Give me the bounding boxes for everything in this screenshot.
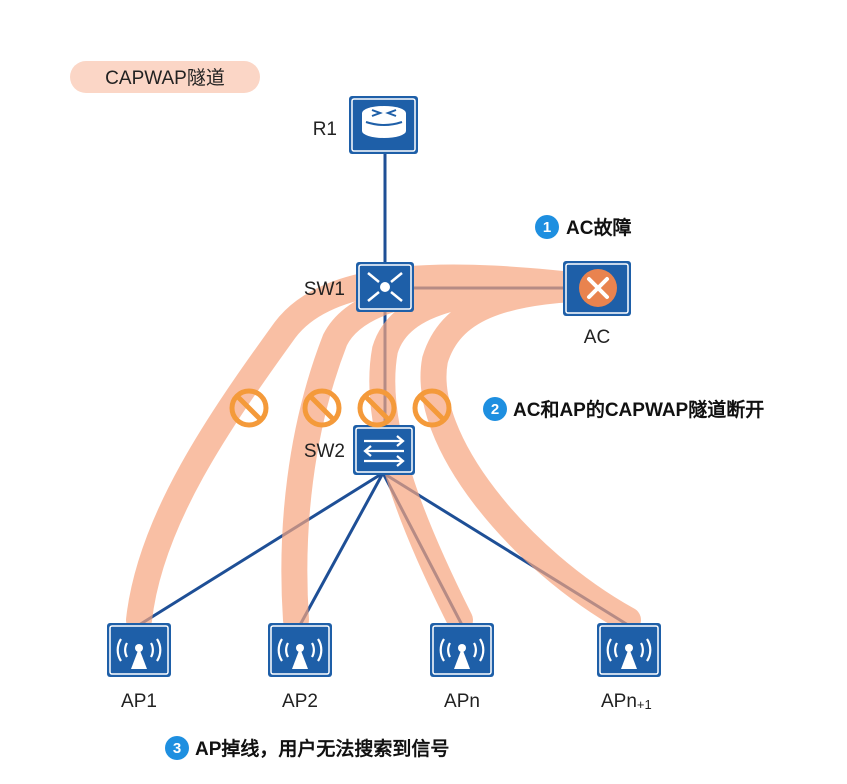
link-sw2-ap2 bbox=[298, 472, 385, 626]
ac-controller[interactable] bbox=[563, 261, 631, 316]
ap-ap1[interactable] bbox=[107, 623, 171, 677]
ap-ap2[interactable] bbox=[268, 623, 332, 677]
apn-label: APn bbox=[444, 691, 480, 712]
title-text: CAPWAP隧道 bbox=[105, 67, 225, 89]
ap-apn1[interactable] bbox=[597, 623, 661, 677]
ap2-label: AP2 bbox=[282, 691, 318, 712]
annotation-2-text: AC和AP的CAPWAP隧道断开 bbox=[513, 398, 764, 421]
blocked-markers bbox=[229, 388, 452, 428]
sw2-label: SW2 bbox=[304, 441, 345, 462]
annotation-3-text: AP掉线，用户无法搜索到信号 bbox=[195, 737, 449, 760]
annotation-1: 1 AC故障 bbox=[535, 215, 631, 239]
router-r1[interactable] bbox=[349, 96, 418, 154]
annotation-1-text: AC故障 bbox=[566, 216, 631, 239]
switch-sw1[interactable] bbox=[356, 262, 414, 312]
title-tag: CAPWAP隧道 bbox=[70, 61, 260, 93]
svg-text:1: 1 bbox=[543, 219, 551, 236]
ap-apn[interactable] bbox=[430, 623, 494, 677]
switch-arrows-icon bbox=[363, 435, 405, 467]
apn1-label: APn+1 bbox=[601, 691, 652, 712]
annotation-2: 2 AC和AP的CAPWAP隧道断开 bbox=[483, 397, 764, 421]
ap1-label: AP1 bbox=[121, 691, 157, 712]
r1-label: R1 bbox=[313, 119, 337, 140]
sw1-label: SW1 bbox=[304, 279, 345, 300]
ac-label: AC bbox=[584, 327, 610, 348]
svg-text:3: 3 bbox=[173, 740, 181, 757]
annotation-3: 3 AP掉线，用户无法搜索到信号 bbox=[165, 736, 449, 760]
switch-sw2[interactable] bbox=[353, 425, 415, 475]
svg-text:2: 2 bbox=[491, 401, 499, 418]
network-diagram: CAPWAP隧道 R1 SW1 SW2 AC AP1 AP2 APn APn+1… bbox=[70, 61, 764, 760]
